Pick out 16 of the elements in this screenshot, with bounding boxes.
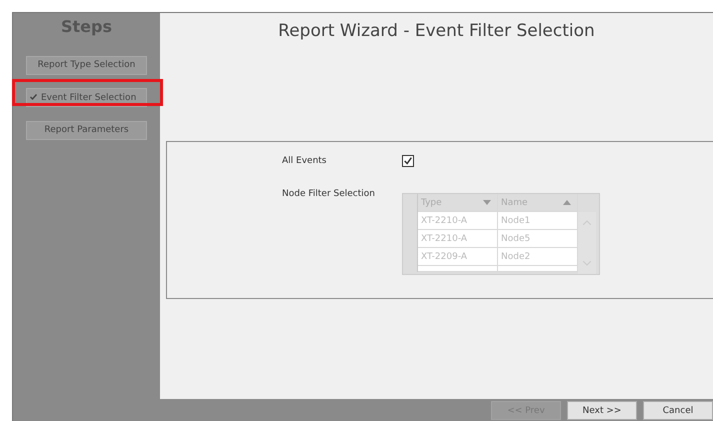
table-cell: Node2 [498,248,578,266]
table-cell: Node5 [498,230,578,248]
step-item[interactable]: Report Parameters [26,120,147,140]
node-filter-label: Node Filter Selection [282,189,376,201]
all-events-checkbox[interactable] [402,155,414,167]
scrollbar[interactable] [578,212,596,274]
wizard-button[interactable]: Cancel [643,401,713,420]
wizard-title: Report Wizard - Event Filter Selection [277,20,596,43]
table-cell: Node1 [498,212,578,230]
check-icon [30,94,37,100]
table-cell: XT-2210-A [418,230,498,248]
all-events-label: All Events [282,156,328,166]
wizard-button[interactable]: Next >> [567,401,637,420]
table-cell: XT-2209-A [418,248,498,266]
step-item[interactable]: Report Type Selection [26,56,147,74]
table-cell: XT-2210-A [418,212,498,230]
